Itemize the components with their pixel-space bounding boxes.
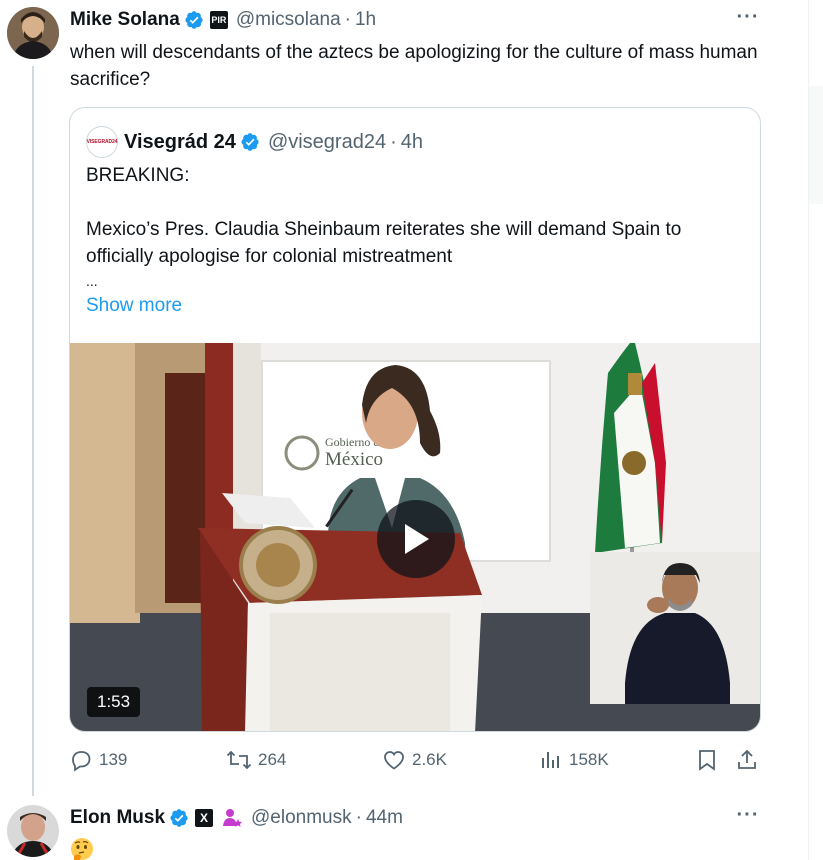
tweet-header: Mike Solana PIR @micsolana · 1h bbox=[70, 8, 376, 32]
separator-dot: · bbox=[390, 130, 397, 153]
separator-dot: · bbox=[355, 807, 362, 828]
quote-text: BREAKING: Mexico’s Pres. Claudia Sheinba… bbox=[86, 162, 746, 292]
right-sidebar-box bbox=[809, 86, 823, 204]
like-count: 2.6K bbox=[412, 750, 447, 769]
backdrop-text-mexico: México bbox=[325, 449, 383, 470]
more-options-button[interactable]: ··· bbox=[735, 805, 761, 828]
reply-icon bbox=[72, 751, 91, 772]
author-handle[interactable]: @micsolana bbox=[236, 8, 341, 32]
repost-icon bbox=[226, 750, 252, 770]
quote-author-handle[interactable]: @visegrad24 bbox=[268, 131, 386, 154]
avatar-logo-text: VISEGRAD24 bbox=[86, 139, 118, 145]
quote-text-ellipsis: ... bbox=[86, 273, 98, 289]
play-button[interactable] bbox=[377, 500, 455, 578]
share-icon bbox=[738, 749, 756, 769]
heart-icon bbox=[384, 751, 404, 770]
avatar-visegrad24[interactable]: VISEGRAD24 bbox=[86, 126, 118, 158]
author-name[interactable]: Mike Solana bbox=[70, 8, 180, 32]
like-button[interactable]: 2.6K bbox=[382, 748, 447, 772]
quote-text-line1: BREAKING: bbox=[86, 165, 190, 186]
share-button[interactable] bbox=[735, 748, 765, 772]
separator-dot: · bbox=[344, 9, 351, 30]
tweet-text: when will descendants of the aztecs be a… bbox=[70, 42, 758, 90]
video-player[interactable]: Gobierno de México 1:53 bbox=[70, 343, 760, 731]
reply-timestamp[interactable]: 44m bbox=[366, 806, 403, 830]
x-affiliate-icon[interactable]: X bbox=[195, 809, 214, 827]
reply-author-handle[interactable]: @elonmusk bbox=[251, 806, 352, 830]
views-count: 158K bbox=[569, 750, 609, 769]
affiliate-badge-icon[interactable]: PIR bbox=[209, 11, 228, 29]
quote-timestamp[interactable]: 4h bbox=[401, 131, 423, 154]
repost-button[interactable]: 264 bbox=[226, 748, 286, 772]
bookmark-button[interactable] bbox=[696, 748, 724, 772]
verified-badge-icon bbox=[184, 10, 204, 30]
views-button[interactable]: 158K bbox=[539, 748, 609, 772]
reply-button[interactable]: 139 bbox=[69, 748, 127, 772]
bookmark-icon bbox=[699, 750, 715, 771]
verified-badge-icon bbox=[240, 132, 260, 152]
video-duration: 1:53 bbox=[87, 687, 141, 717]
reply-author-name[interactable]: Elon Musk bbox=[70, 806, 165, 830]
show-more-link[interactable]: Show more bbox=[86, 295, 182, 317]
verified-badge-icon bbox=[169, 808, 189, 828]
timestamp[interactable]: 1h bbox=[355, 8, 376, 32]
play-icon bbox=[405, 524, 429, 554]
quote-author-name[interactable]: Visegrád 24 bbox=[124, 131, 236, 154]
analytics-icon bbox=[542, 752, 559, 768]
quote-header: VISEGRAD24 Visegrád 24 @visegrad24 · 4h bbox=[86, 126, 423, 158]
repost-count: 264 bbox=[258, 750, 287, 769]
role-badge-icon bbox=[221, 807, 243, 829]
more-options-button[interactable]: ··· bbox=[735, 7, 761, 30]
quote-text-line2: Mexico’s Pres. Claudia Sheinbaum reitera… bbox=[86, 219, 682, 267]
tweet-action-bar: 139 264 2.6K 158K bbox=[69, 748, 769, 778]
avatar-elon-musk[interactable] bbox=[7, 805, 59, 857]
reply-count: 139 bbox=[99, 750, 128, 769]
avatar-mike-solana[interactable] bbox=[7, 7, 59, 59]
thread-connector-line bbox=[32, 66, 34, 796]
thinking-face-icon bbox=[70, 836, 94, 860]
quoted-tweet-card[interactable]: VISEGRAD24 Visegrád 24 @visegrad24 · 4h … bbox=[69, 107, 761, 732]
reply-tweet-header: Elon Musk X @elonmusk · 44m bbox=[70, 806, 403, 830]
